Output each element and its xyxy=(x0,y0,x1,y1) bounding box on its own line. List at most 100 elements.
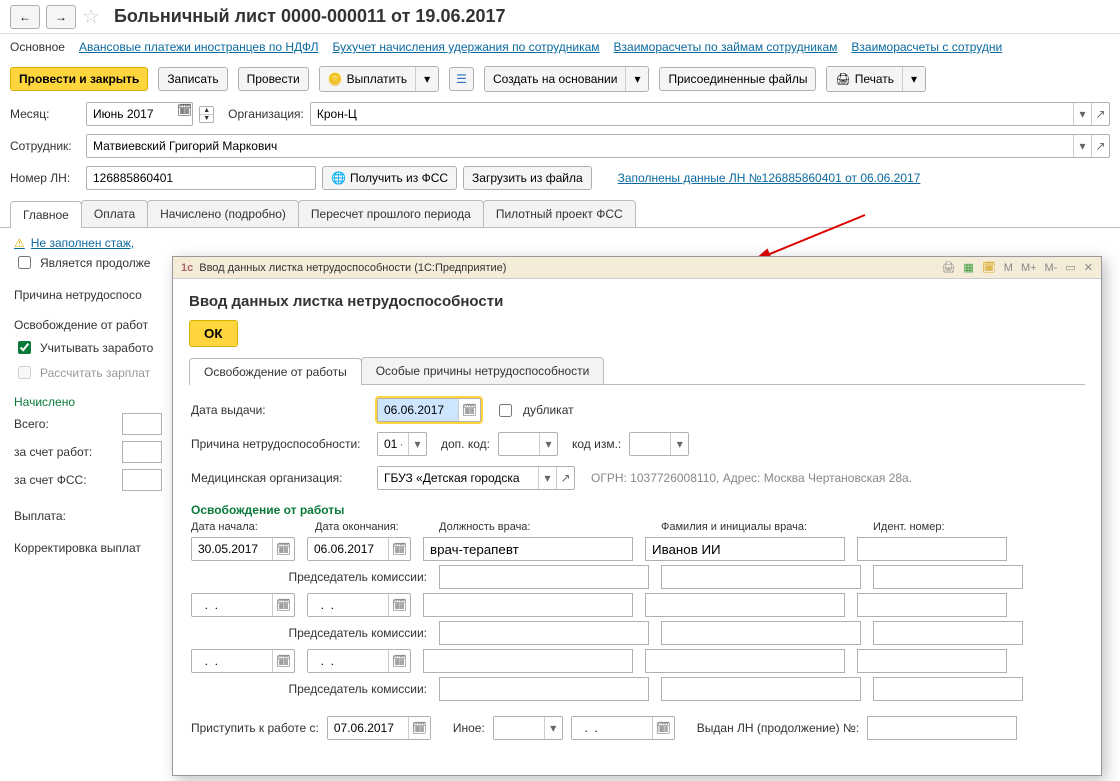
resume-date-field[interactable]: 🗓 xyxy=(327,716,431,740)
ln-input[interactable] xyxy=(86,166,316,190)
row2-start-date[interactable]: 🗓 xyxy=(191,593,295,617)
create-from-button[interactable]: Создать на основании xyxy=(485,67,626,91)
section-link-2[interactable]: Бухучет начисления удержания по сотрудни… xyxy=(332,40,599,54)
pay-button[interactable]: 🪙 Выплатить xyxy=(320,67,415,91)
tab-fss-pilot[interactable]: Пилотный проект ФСС xyxy=(483,200,636,227)
other-field[interactable]: ▾ xyxy=(493,716,563,740)
dropdown-icon[interactable]: ▾ xyxy=(544,717,562,739)
row3-id[interactable] xyxy=(857,649,1007,673)
employee-input[interactable] xyxy=(87,135,1073,157)
issued-cont-input[interactable] xyxy=(867,716,1017,740)
duplicate-checkbox[interactable] xyxy=(499,404,512,417)
consider-checkbox[interactable] xyxy=(18,341,31,354)
post-button[interactable]: Провести xyxy=(238,67,309,91)
add-code-input[interactable] xyxy=(499,433,539,455)
create-from-dropdown[interactable]: ▾ xyxy=(625,67,648,91)
committee1-name[interactable] xyxy=(661,565,861,589)
row3-name[interactable] xyxy=(645,649,845,673)
employee-field[interactable]: ▾ ↗ xyxy=(86,134,1110,158)
dialog-tab-leave[interactable]: Освобождение от работы xyxy=(189,358,362,385)
committee1-id[interactable] xyxy=(873,565,1023,589)
row3-end-date[interactable]: 🗓 xyxy=(307,649,411,673)
open-icon[interactable]: ↗ xyxy=(1091,103,1109,125)
add-code-field[interactable]: ▾ xyxy=(498,432,558,456)
org-field[interactable]: ▾ ↗ xyxy=(310,102,1110,126)
write-button[interactable]: Записать xyxy=(158,67,227,91)
row1-start-date[interactable]: 🗓 xyxy=(191,537,295,561)
total-input[interactable] xyxy=(122,413,162,435)
print-dropdown[interactable]: ▾ xyxy=(902,67,925,91)
row3-start-date[interactable]: 🗓 xyxy=(191,649,295,673)
row2-name[interactable] xyxy=(645,593,845,617)
section-link-4[interactable]: Взаиморасчеты с сотрудни xyxy=(851,40,1002,54)
is-continuation-checkbox[interactable] xyxy=(18,256,31,269)
row1-end-date[interactable]: 🗓 xyxy=(307,537,411,561)
section-link-3[interactable]: Взаиморасчеты по займам сотрудникам xyxy=(614,40,838,54)
committee2-role[interactable] xyxy=(439,621,649,645)
med-org-input[interactable] xyxy=(378,467,538,489)
month-stepper[interactable]: ▲ ▼ xyxy=(199,106,214,123)
committee2-id[interactable] xyxy=(873,621,1023,645)
tab-recalc[interactable]: Пересчет прошлого периода xyxy=(298,200,484,227)
dropdown-icon[interactable]: ▾ xyxy=(670,433,688,455)
committee2-name[interactable] xyxy=(661,621,861,645)
list-icon-button[interactable]: ☰ xyxy=(449,67,474,91)
med-org-field[interactable]: ▾ ↗ xyxy=(377,466,575,490)
calendar-icon[interactable]: 🗓 xyxy=(458,399,480,421)
dropdown-icon[interactable]: ▾ xyxy=(538,467,556,489)
mem-mminus[interactable]: M- xyxy=(1045,262,1058,274)
reason-code-field[interactable]: ▾ xyxy=(377,432,427,456)
row1-id[interactable] xyxy=(857,537,1007,561)
row2-role[interactable] xyxy=(423,593,633,617)
calendar-icon[interactable]: 🗓 xyxy=(177,103,192,125)
org-input[interactable] xyxy=(311,103,1073,125)
committee3-role[interactable] xyxy=(439,677,649,701)
dialog-tab-special[interactable]: Особые причины нетрудоспособности xyxy=(361,357,605,384)
by-employer-input[interactable] xyxy=(122,441,162,463)
code-change-field[interactable]: ▾ xyxy=(629,432,689,456)
month-input[interactable] xyxy=(87,103,177,125)
print-button[interactable]: 🖨 Печать xyxy=(827,67,902,91)
dropdown-icon[interactable]: ▾ xyxy=(539,433,557,455)
committee1-role[interactable] xyxy=(439,565,649,589)
warning-link[interactable]: ⚠ Не заполнен стаж, xyxy=(14,236,1106,250)
tab-main[interactable]: Главное xyxy=(10,201,82,228)
month-down[interactable]: ▼ xyxy=(200,114,213,122)
calendar-icon[interactable]: 🗓 xyxy=(388,538,410,560)
tab-accrued[interactable]: Начислено (подробно) xyxy=(147,200,299,227)
mem-m[interactable]: M xyxy=(1004,262,1013,274)
ok-button[interactable]: ОК xyxy=(189,320,238,347)
calendar-icon[interactable]: 🗓 xyxy=(388,650,410,672)
post-and-close-button[interactable]: Провести и закрыть xyxy=(10,67,148,91)
calendar-icon[interactable]: 🗓 xyxy=(272,538,294,560)
back-button[interactable]: ← xyxy=(10,5,40,29)
favorite-star-icon[interactable]: ☆ xyxy=(82,4,100,29)
dropdown-icon[interactable]: ▾ xyxy=(408,433,426,455)
filled-ln-link[interactable]: Заполнены данные ЛН №126885860401 от 06.… xyxy=(618,171,921,185)
open-icon[interactable]: ↗ xyxy=(1091,135,1109,157)
row3-role[interactable] xyxy=(423,649,633,673)
reason-code-input[interactable] xyxy=(378,433,408,455)
tab-payment[interactable]: Оплата xyxy=(81,200,148,227)
dropdown-icon[interactable]: ▾ xyxy=(1073,135,1091,157)
grid-icon[interactable]: ▦ xyxy=(963,261,973,274)
issue-date-input[interactable] xyxy=(378,399,458,421)
resume-date-input[interactable] xyxy=(328,717,408,739)
calendar-icon[interactable]: 🗓 xyxy=(272,650,294,672)
committee3-name[interactable] xyxy=(661,677,861,701)
attached-files-button[interactable]: Присоединенные файлы xyxy=(659,67,816,91)
month-field[interactable]: 🗓 xyxy=(86,102,193,126)
calendar-icon[interactable]: 🗓 xyxy=(408,717,430,739)
get-from-fss-button[interactable]: 🌐 Получить из ФСС xyxy=(322,166,457,190)
month-up[interactable]: ▲ xyxy=(200,107,213,114)
issue-date-field[interactable]: 🗓 xyxy=(377,398,481,422)
pay-dropdown[interactable]: ▾ xyxy=(415,67,438,91)
row2-id[interactable] xyxy=(857,593,1007,617)
calendar-icon[interactable]: 🗓 xyxy=(982,261,996,274)
row1-name[interactable] xyxy=(645,537,845,561)
calendar-icon[interactable]: 🗓 xyxy=(272,594,294,616)
dropdown-icon[interactable]: ▾ xyxy=(1073,103,1091,125)
forward-button[interactable]: → xyxy=(46,5,76,29)
other-date-field[interactable]: 🗓 xyxy=(571,716,675,740)
row2-end-date[interactable]: 🗓 xyxy=(307,593,411,617)
